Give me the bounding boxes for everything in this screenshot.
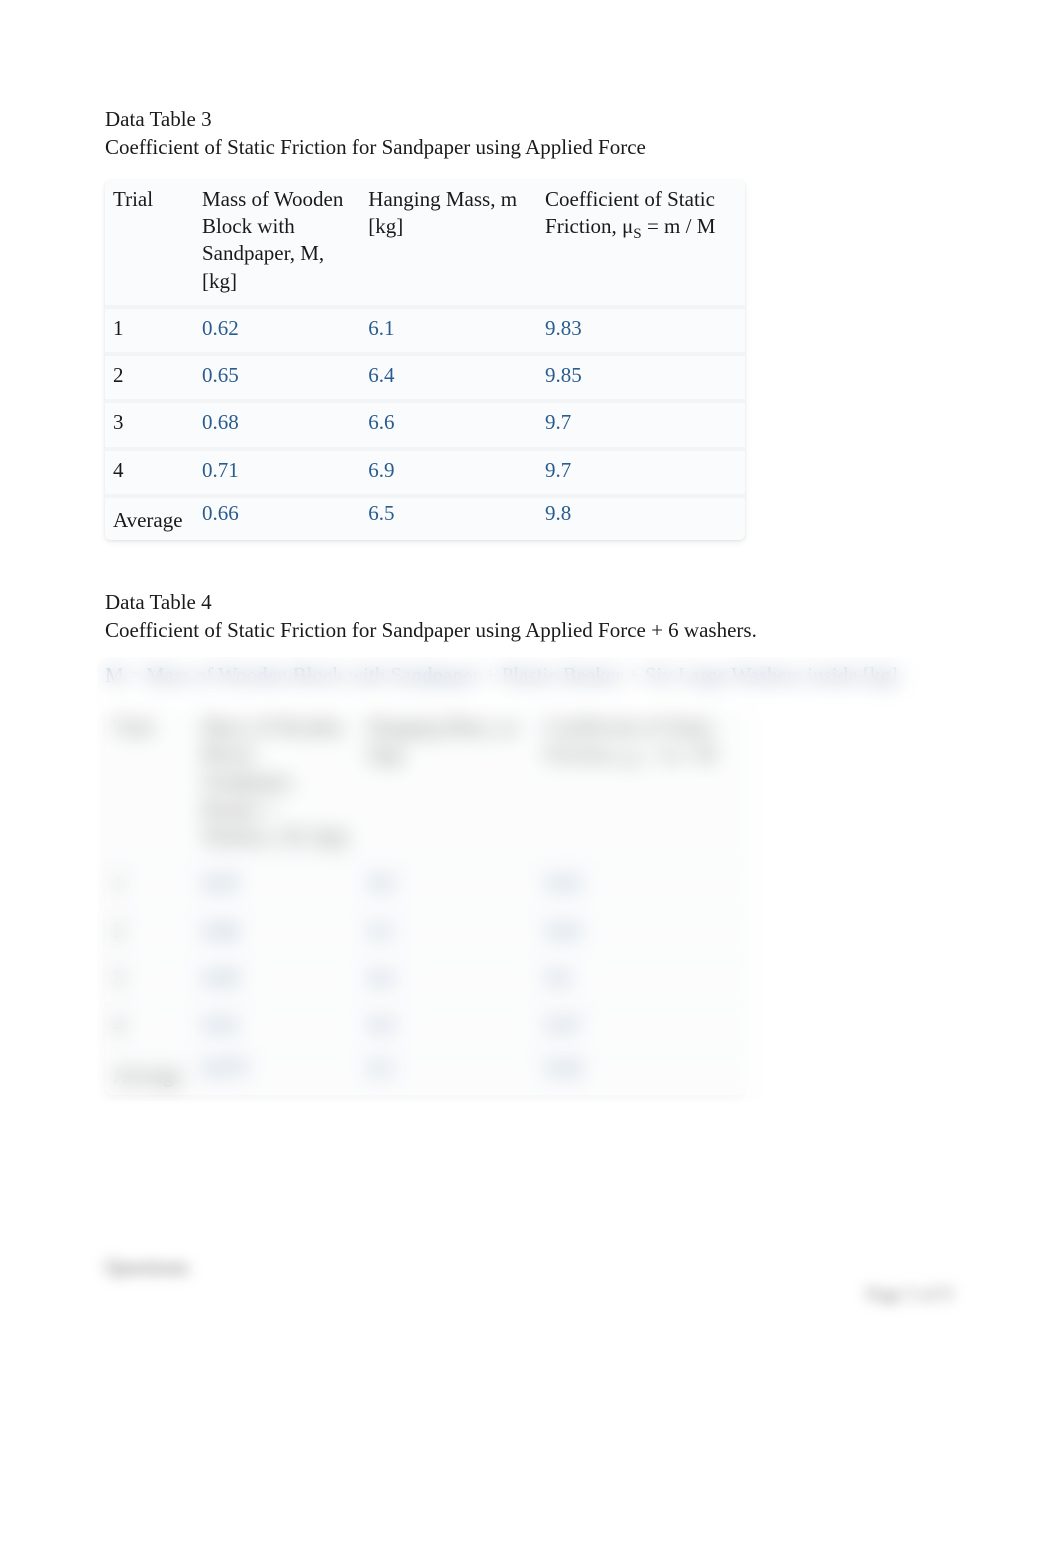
coeff-cell: 9.67 — [537, 1002, 745, 1049]
mass-block-cell: 0.65 — [194, 352, 360, 399]
avg-coeff: 9.64 — [537, 1049, 745, 1095]
table4-m-line: M = Mass of Wooden Block with Sandpaper … — [105, 663, 957, 688]
trial-cell: 4 — [105, 447, 194, 494]
trial-cell: 1 — [105, 860, 194, 907]
hanging-mass-cell: 8.9 — [360, 1002, 537, 1049]
hanging-mass-cell: 6.1 — [360, 305, 537, 352]
table-row: 3 0.68 6.6 9.7 — [105, 399, 745, 446]
table3: Trial Mass of Wooden Block with Sandpape… — [105, 180, 745, 540]
coeff-cell: 9.83 — [537, 305, 745, 352]
table-row: 1 0.62 6.1 9.83 — [105, 305, 745, 352]
trial-cell: 4 — [105, 1002, 194, 1049]
trial-cell: 2 — [105, 352, 194, 399]
table4-header-coeff: Coefficient of Static Friction, μS = m /… — [537, 708, 745, 860]
table4-title: Data Table 4 Coefficient of Static Frict… — [105, 588, 957, 645]
questions-heading: Questions — [105, 1255, 957, 1280]
table4-header-mass-block: Mass of Wooden Block, Sandpaper, Beaker … — [194, 708, 360, 860]
coeff-cell: 9.7 — [537, 447, 745, 494]
document-page: Data Table 3 Coefficient of Static Frict… — [0, 0, 1062, 1280]
table4-header-hanging-mass: Hanging Mass, m [kg] — [360, 708, 537, 860]
table3-header-mass-block: Mass of Wooden Block with Sandpaper, M, … — [194, 180, 360, 305]
coeff-suffix: = m / M — [642, 214, 716, 238]
mass-block-cell: 0.86 — [194, 908, 360, 955]
hanging-mass-cell: 6.9 — [360, 447, 537, 494]
table4: Trial Mass of Wooden Block, Sandpaper, B… — [105, 708, 745, 1096]
trial-cell: 2 — [105, 908, 194, 955]
trial-cell: 1 — [105, 305, 194, 352]
table-row: 4 0.71 6.9 9.7 — [105, 447, 745, 494]
hanging-mass-cell: 6.6 — [360, 399, 537, 446]
mass-block-cell: 0.92 — [194, 1002, 360, 1049]
table3-title-line1: Data Table 3 — [105, 105, 957, 133]
table4-average-row: Average 0.875 8.5 9.64 — [105, 1049, 745, 1095]
hanging-mass-cell: 8.0 — [360, 860, 537, 907]
avg-hanging-mass: 6.5 — [360, 494, 537, 540]
avg-mass-block: 0.875 — [194, 1049, 360, 1095]
trial-cell: 3 — [105, 399, 194, 446]
table3-title: Data Table 3 Coefficient of Static Frict… — [105, 105, 957, 162]
blurred-content: M = Mass of Wooden Block with Sandpaper … — [105, 663, 957, 1096]
mass-block-cell: 0.68 — [194, 399, 360, 446]
average-label: Average — [105, 494, 194, 540]
trial-cell: 3 — [105, 955, 194, 1002]
table3-average-row: Average 0.66 6.5 9.8 — [105, 494, 745, 540]
table-row: 3 0.89 8.6 9.6 — [105, 955, 745, 1002]
table-row: 2 0.65 6.4 9.85 — [105, 352, 745, 399]
mass-block-cell: 0.62 — [194, 305, 360, 352]
coeff-sub: S — [633, 754, 641, 770]
table-row: 4 0.92 8.9 9.67 — [105, 1002, 745, 1049]
table3-header-hanging-mass: Hanging Mass, m [kg] — [360, 180, 537, 305]
avg-mass-block: 0.66 — [194, 494, 360, 540]
coeff-cell: 9.7 — [537, 399, 745, 446]
table3-header-coeff: Coefficient of Static Friction, μS = m /… — [537, 180, 745, 305]
avg-hanging-mass: 8.5 — [360, 1049, 537, 1095]
hanging-mass-cell: 8.6 — [360, 955, 537, 1002]
coeff-cell: 9.6 — [537, 955, 745, 1002]
average-label: Average — [105, 1049, 194, 1095]
hanging-mass-cell: 8.3 — [360, 908, 537, 955]
coeff-cell: 9.85 — [537, 352, 745, 399]
coeff-cell: 9.65 — [537, 908, 745, 955]
avg-coeff: 9.8 — [537, 494, 745, 540]
mass-block-cell: 0.89 — [194, 955, 360, 1002]
coeff-cell: 9.63 — [537, 860, 745, 907]
table3-header-trial: Trial — [105, 180, 194, 305]
coeff-suffix: = m / M — [642, 742, 716, 766]
coeff-sub: S — [633, 226, 641, 242]
mass-block-cell: 0.83 — [194, 860, 360, 907]
hanging-mass-cell: 6.4 — [360, 352, 537, 399]
table-row: 1 0.83 8.0 9.63 — [105, 860, 745, 907]
table-row: 2 0.86 8.3 9.65 — [105, 908, 745, 955]
page-footer: Page 5 of 9 — [866, 1284, 952, 1306]
mass-block-cell: 0.71 — [194, 447, 360, 494]
table4-header-trial: Trial — [105, 708, 194, 860]
table4-title-line1: Data Table 4 — [105, 588, 957, 616]
table4-title-line2: Coefficient of Static Friction for Sandp… — [105, 616, 957, 644]
table3-title-line2: Coefficient of Static Friction for Sandp… — [105, 133, 957, 161]
